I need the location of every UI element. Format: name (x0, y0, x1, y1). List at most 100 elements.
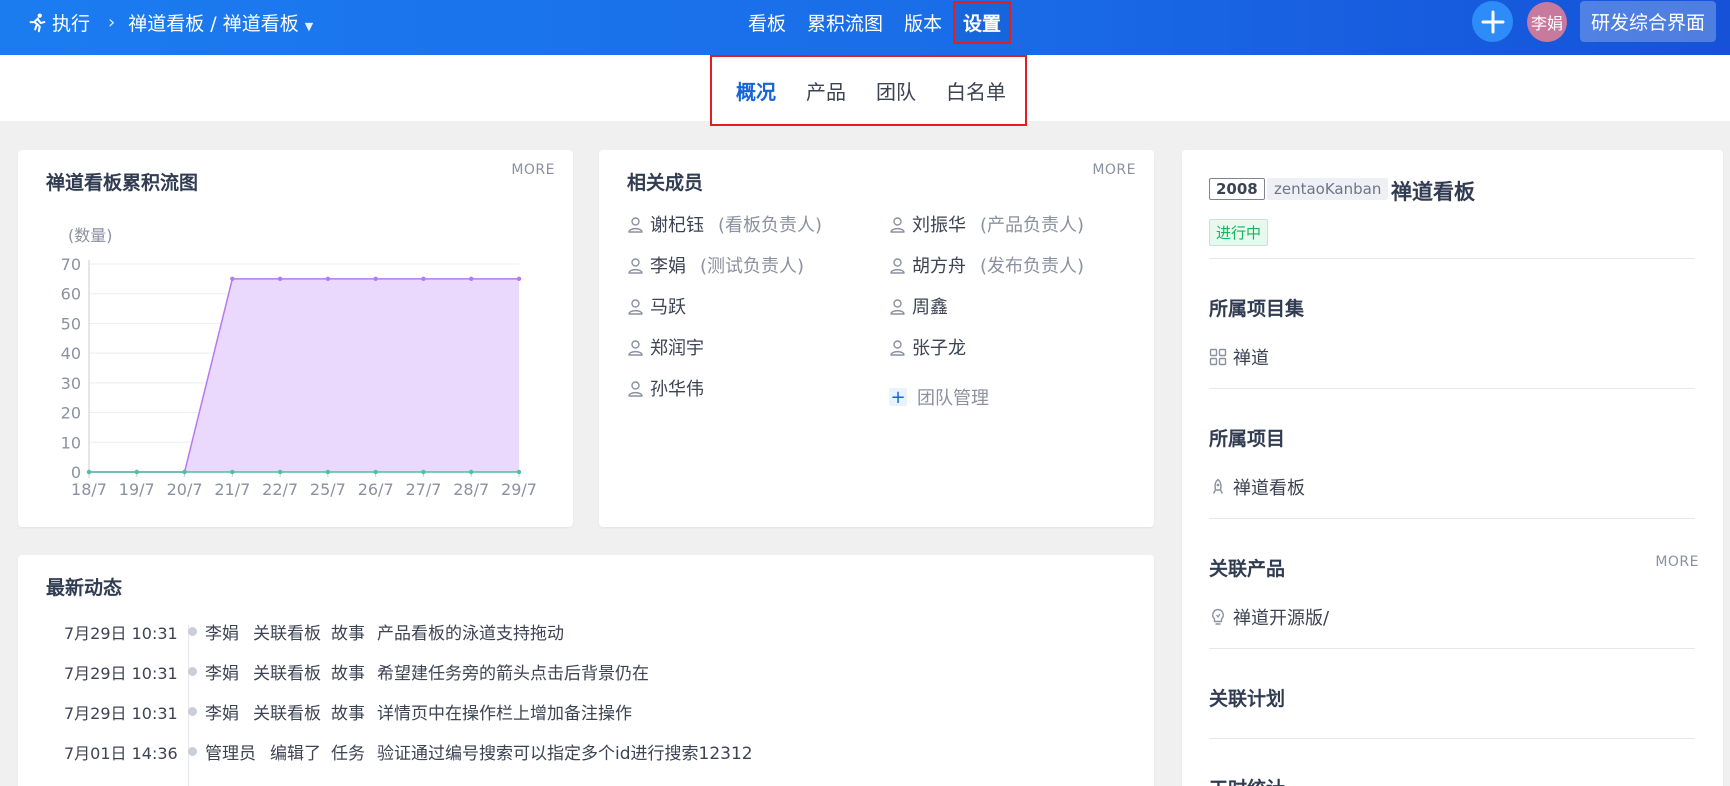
activity-title-link[interactable]: 希望建任务旁的箭头点击后背景仍在 (377, 659, 649, 684)
breadcrumb-current: 禅道看板 / 禅道看板 (128, 13, 299, 35)
activity-actor: 李娟 (205, 624, 239, 644)
y-tick-label: 10 (61, 433, 81, 452)
activity-object-type: 故事 (331, 664, 365, 684)
member-name: 谢杞钰 (650, 215, 704, 236)
timeline-dot (188, 707, 197, 716)
nav-cfd[interactable]: 累积流图 (807, 9, 883, 36)
timeline-dot (188, 747, 197, 756)
product-name: 禅道开源版/ (1233, 608, 1330, 629)
subnav-whitelist[interactable]: 白名单 (946, 76, 1006, 105)
execution-switcher[interactable]: 禅道看板 / 禅道看板 ▼ (128, 9, 313, 36)
activity-time: 7月29日 10:31 (64, 623, 178, 643)
member-item[interactable]: 张子龙 (889, 334, 966, 360)
project-icon (1212, 478, 1224, 494)
members-card-title: 相关成员 (627, 172, 704, 194)
member-name: 马跃 (650, 297, 686, 318)
activity-object-type: 故事 (331, 624, 365, 644)
caret-down-icon: ▼ (304, 20, 314, 33)
member-item[interactable]: 郑润宇 (627, 334, 704, 360)
activity-action: 编辑了 (270, 744, 321, 764)
subnav-overview[interactable]: 概况 (736, 76, 776, 105)
activity-action: 关联看板 (253, 624, 321, 644)
cfd-chart: (数量)01020304050607018/7 19/7 20/7 21/7 22/7 2… (61, 226, 537, 499)
breadcrumb-root-link[interactable]: 执行 (52, 9, 90, 36)
user-icon (890, 257, 905, 274)
members-more-link[interactable]: MORE (1092, 162, 1136, 178)
user-icon (628, 216, 643, 233)
execution-icon (29, 13, 46, 32)
plus-icon: + (889, 386, 907, 408)
activity-actor: 李娟 (205, 704, 239, 724)
top-navbar: 执行 › 禅道看板 / 禅道看板 ▼ 看板 累积流图 版本 设置 李娟 研发综合界… (0, 0, 1730, 55)
nav-settings[interactable]: 设置 (953, 0, 1012, 44)
user-icon (890, 298, 905, 315)
activity-row: 7月29日 10:31 李娟 关联看板 故事 详情页中在操作栏上增加备注操作 (64, 699, 632, 725)
x-tick-label: 22/7 (262, 480, 298, 499)
activity-action: 关联看板 (253, 704, 321, 724)
sub-navbar: 概况 产品 团队 白名单 (0, 55, 1730, 126)
execution-id-badge: 2008 (1209, 178, 1265, 200)
main-nav: 看板 累积流图 版本 设置 (748, 0, 1032, 44)
nav-kanban[interactable]: 看板 (748, 9, 786, 36)
user-icon (628, 380, 643, 397)
activity-title-link[interactable]: 验证通过编号搜索可以指定多个id进行搜索12312 (377, 739, 753, 764)
user-icon (628, 298, 643, 315)
series-area (89, 278, 519, 472)
data-point (134, 469, 139, 475)
product-more-link[interactable]: MORE (1655, 554, 1699, 570)
activity-row: 7月29日 10:31 李娟 关联看板 故事 希望建任务旁的箭头点击后背景仍在 (64, 659, 649, 685)
user-avatar[interactable]: 李娟 (1527, 2, 1567, 42)
execution-name: 禅道看板 (1391, 180, 1475, 204)
member-item[interactable]: 胡方舟 (发布负责人) (889, 252, 1084, 278)
member-item[interactable]: 马跃 (627, 293, 686, 319)
user-icon (628, 257, 643, 274)
subnav-product[interactable]: 产品 (806, 76, 846, 105)
app-switch-button[interactable]: 研发综合界面 (1580, 1, 1716, 42)
member-item[interactable]: 谢杞钰 (看板负责人) (627, 211, 822, 237)
y-tick-label: 70 (61, 255, 81, 274)
subnav-team[interactable]: 团队 (876, 76, 916, 105)
member-item[interactable]: 李娟 (测试负责人) (627, 252, 804, 278)
program-link[interactable]: 禅道 (1209, 344, 1269, 370)
data-point (469, 469, 474, 475)
activity-actor: 管理员 (205, 744, 256, 764)
x-tick-label: 21/7 (214, 480, 250, 499)
member-name: 刘振华 (912, 215, 966, 236)
x-tick-label: 25/7 (310, 480, 346, 499)
member-item[interactable]: 周鑫 (889, 293, 948, 319)
project-link[interactable]: 禅道看板 (1209, 474, 1305, 500)
x-tick-label: 20/7 (167, 480, 203, 499)
divider (1209, 648, 1695, 649)
x-tick-label: 19/7 (119, 480, 155, 499)
settings-subnav: 概况 产品 团队 白名单 (710, 55, 1027, 126)
divider (1209, 258, 1695, 259)
member-role: (看板负责人) (718, 215, 823, 236)
data-point (469, 276, 474, 282)
x-tick-label: 27/7 (405, 480, 441, 499)
product-link[interactable]: 禅道开源版/ (1209, 604, 1329, 630)
data-point (277, 469, 283, 475)
members-card: 相关成员 MORE 谢杞钰 (看板负责人) 李娟 (测试负责人) 马跃郑润宇孙华伟 刘振… (599, 150, 1154, 527)
member-item[interactable]: 孙华伟 (627, 375, 704, 401)
activity-title-link[interactable]: 产品看板的泳道支持拖动 (377, 619, 564, 644)
divider (1209, 738, 1695, 739)
timeline-dot (188, 627, 197, 636)
activity-row: 7月01日 14:36 管理员 编辑了 任务 验证通过编号搜索可以指定多个id进行搜索1… (64, 739, 753, 765)
activity-object-type: 故事 (331, 704, 365, 724)
member-item[interactable]: 刘振华 (产品负责人) (889, 211, 1084, 237)
nav-build[interactable]: 版本 (904, 9, 942, 36)
create-button[interactable] (1472, 1, 1513, 42)
timeline-dot (188, 667, 197, 676)
member-name: 周鑫 (912, 297, 948, 318)
data-point (230, 276, 235, 282)
program-heading: 所属项目集 (1209, 298, 1305, 320)
activity-title-link[interactable]: 详情页中在操作栏上增加备注操作 (377, 699, 632, 724)
team-manage-link[interactable]: + 团队管理 (889, 384, 989, 410)
data-point (516, 276, 522, 282)
activity-row: 7月29日 10:31 李娟 关联看板 故事 产品看板的泳道支持拖动 (64, 619, 564, 645)
x-tick-label: 28/7 (453, 480, 489, 499)
y-tick-label: 50 (61, 314, 81, 333)
program-name: 禅道 (1233, 348, 1269, 369)
data-point (373, 469, 378, 475)
data-point (325, 276, 331, 282)
